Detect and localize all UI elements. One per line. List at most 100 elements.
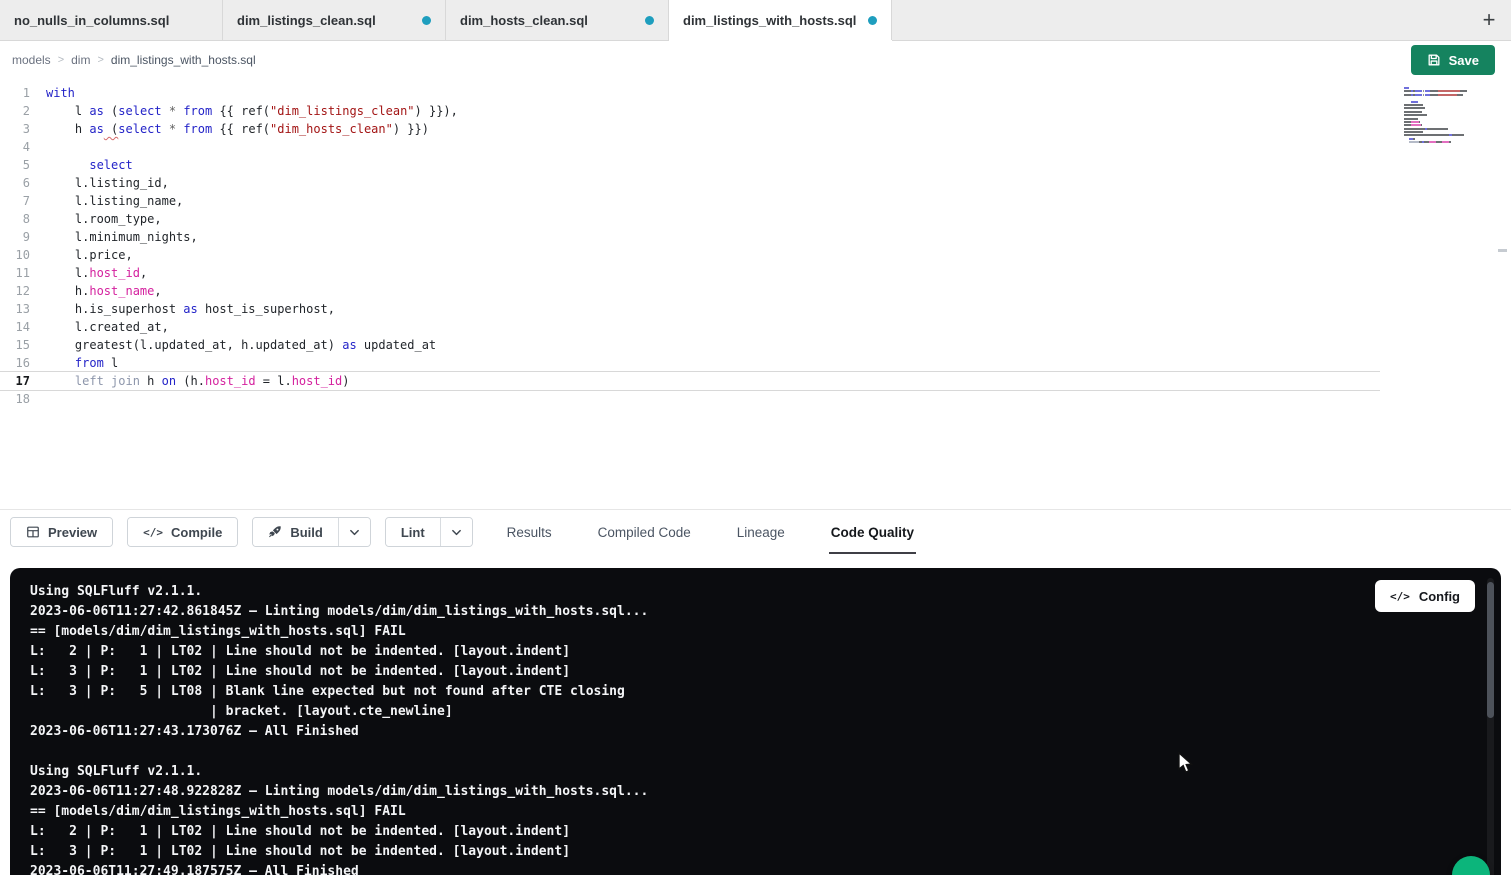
code-line[interactable]: 3 h as (select * from {{ ref("dim_hosts_… [0,120,1380,138]
code-text: l.minimum_nights, [46,228,198,246]
line-number: 8 [0,210,30,228]
toolbar-actions: Preview </>Compile Build Lint [10,517,473,547]
breadcrumb-separator: > [58,54,64,66]
breadcrumb-segment[interactable]: dim [71,53,90,67]
code-line[interactable]: 6 l.listing_id, [0,174,1380,192]
panel-tab-lineage[interactable]: Lineage [735,510,787,554]
code-line[interactable]: 5 select [0,156,1380,174]
minimap-line [1404,111,1467,113]
breadcrumb-segment[interactable]: models [12,53,51,67]
minimap-line [1404,94,1467,96]
minimap-line [1404,107,1467,109]
code-text: h as (select * from {{ ref("dim_hosts_cl… [46,120,429,138]
preview-button[interactable]: Preview [11,518,112,546]
save-button[interactable]: Save [1411,45,1495,75]
panel-tab-code-quality[interactable]: Code Quality [829,510,916,554]
compile-button-group: </>Compile [127,517,238,547]
lint-dropdown-button[interactable] [440,518,472,546]
terminal-scrollbar[interactable] [1487,578,1494,875]
build-dropdown-button[interactable] [338,518,370,546]
editor-tab-dim-listings-with-hosts-sql[interactable]: dim_listings_with_hosts.sql [669,0,892,40]
code-line[interactable]: 9 l.minimum_nights, [0,228,1380,246]
code-line[interactable]: 1 with [0,84,1380,102]
minimap-line [1404,145,1467,147]
code-line[interactable]: 10 l.price, [0,246,1380,264]
preview-button-group: Preview [10,517,113,547]
line-number: 4 [0,138,30,156]
breadcrumb-segment[interactable]: dim_listings_with_hosts.sql [111,53,256,67]
dbt-ide-window: no_nulls_in_columns.sqldim_listings_clea… [0,0,1511,875]
build-button-group: Build [252,517,371,547]
code-text: h.is_superhost as host_is_superhost, [46,300,335,318]
line-number: 3 [0,120,30,138]
config-button[interactable]: </> Config [1375,580,1475,612]
preview-button-label: Preview [48,525,97,540]
build-button-label: Build [290,525,323,540]
code-line[interactable]: 14 l.created_at, [0,318,1380,336]
lint-output-terminal[interactable]: Using SQLFluff v2.1.1.2023-06-06T11:27:4… [10,568,1501,875]
code-line[interactable]: 8 l.room_type, [0,210,1380,228]
code-line[interactable]: 7 l.listing_name, [0,192,1380,210]
terminal-line: L: 2 | P: 1 | LT02 | Line should not be … [30,822,1481,842]
breadcrumb: models>dim>dim_listings_with_hosts.sql [12,53,256,67]
terminal-scrollbar-thumb[interactable] [1487,582,1494,718]
line-number: 9 [0,228,30,246]
tab-label: dim_listings_with_hosts.sql [683,13,856,28]
code-text: with [46,84,75,102]
code-line[interactable]: 11 l.host_id, [0,264,1380,282]
code-text: left join h on (h.host_id = l.host_id) [46,372,350,390]
code-line[interactable]: 2 l as (select * from {{ ref("dim_listin… [0,102,1380,120]
terminal-output: Using SQLFluff v2.1.1.2023-06-06T11:27:4… [30,582,1481,875]
minimap-line [1404,118,1467,120]
code-line[interactable]: 15 greatest(l.updated_at, h.updated_at) … [0,336,1380,354]
panel-tabs: Results Compiled Code Lineage Code Quality [505,510,916,554]
line-number: 6 [0,174,30,192]
unsaved-changes-dot [645,16,654,25]
terminal-line: | bracket. [layout.cte_newline] [30,702,1481,722]
lint-button[interactable]: Lint [386,518,440,546]
editor-toolbar: Preview </>Compile Build Lint Results Compil… [0,510,1511,554]
code-line[interactable]: 18 [0,390,1380,408]
editor-tab-dim-listings-clean-sql[interactable]: dim_listings_clean.sql [223,0,446,40]
code-line[interactable]: 16 from l [0,354,1380,372]
compile-button-label: Compile [171,525,222,540]
line-number: 12 [0,282,30,300]
compile-button[interactable]: </>Compile [128,518,237,546]
config-button-label: Config [1419,589,1460,604]
terminal-line: Using SQLFluff v2.1.1. [30,762,1481,782]
code-text: greatest(l.updated_at, h.updated_at) as … [46,336,436,354]
code-icon: </> [1390,590,1410,603]
editor-tab-dim-hosts-clean-sql[interactable]: dim_hosts_clean.sql [446,0,669,40]
code-line[interactable]: 12 h.host_name, [0,282,1380,300]
code-editor[interactable]: 1 with2 l as (select * from {{ ref("dim_l… [0,79,1511,510]
terminal-line: == [models/dim/dim_listings_with_hosts.s… [30,622,1481,642]
line-number: 16 [0,354,30,372]
table-icon [26,525,40,539]
editor-tab-no-nulls-in-columns-sql[interactable]: no_nulls_in_columns.sql [0,0,223,40]
code-text: l.created_at, [46,318,169,336]
output-panel-area: Using SQLFluff v2.1.1.2023-06-06T11:27:4… [0,554,1511,875]
line-number: 1 [0,84,30,102]
minimap[interactable] [1404,87,1467,148]
code-text: from l [46,354,118,372]
save-button-label: Save [1449,53,1479,68]
panel-tab-compiled-code[interactable]: Compiled Code [596,510,693,554]
terminal-line: L: 3 | P: 1 | LT02 | Line should not be … [30,662,1481,682]
build-button[interactable]: Build [253,518,338,546]
unsaved-changes-dot [422,16,431,25]
code-line[interactable]: 13 h.is_superhost as host_is_superhost, [0,300,1380,318]
new-tab-button[interactable]: + [1467,0,1511,40]
code-text: l as (select * from {{ ref("dim_listings… [46,102,458,120]
code-line[interactable]: 17 left join h on (h.host_id = l.host_id… [0,372,1380,390]
terminal-line: 2023-06-06T11:27:48.922828Z — Linting mo… [30,782,1481,802]
code-text: l.listing_name, [46,192,183,210]
terminal-line: L: 2 | P: 1 | LT02 | Line should not be … [30,642,1481,662]
code-line[interactable]: 4 [0,138,1380,156]
line-number: 7 [0,192,30,210]
chevron-down-icon [349,527,360,538]
panel-tab-results[interactable]: Results [505,510,554,554]
line-number: 15 [0,336,30,354]
editor-tab-bar: no_nulls_in_columns.sqldim_listings_clea… [0,0,1511,41]
minimap-line [1404,114,1467,116]
lint-button-label: Lint [401,525,425,540]
